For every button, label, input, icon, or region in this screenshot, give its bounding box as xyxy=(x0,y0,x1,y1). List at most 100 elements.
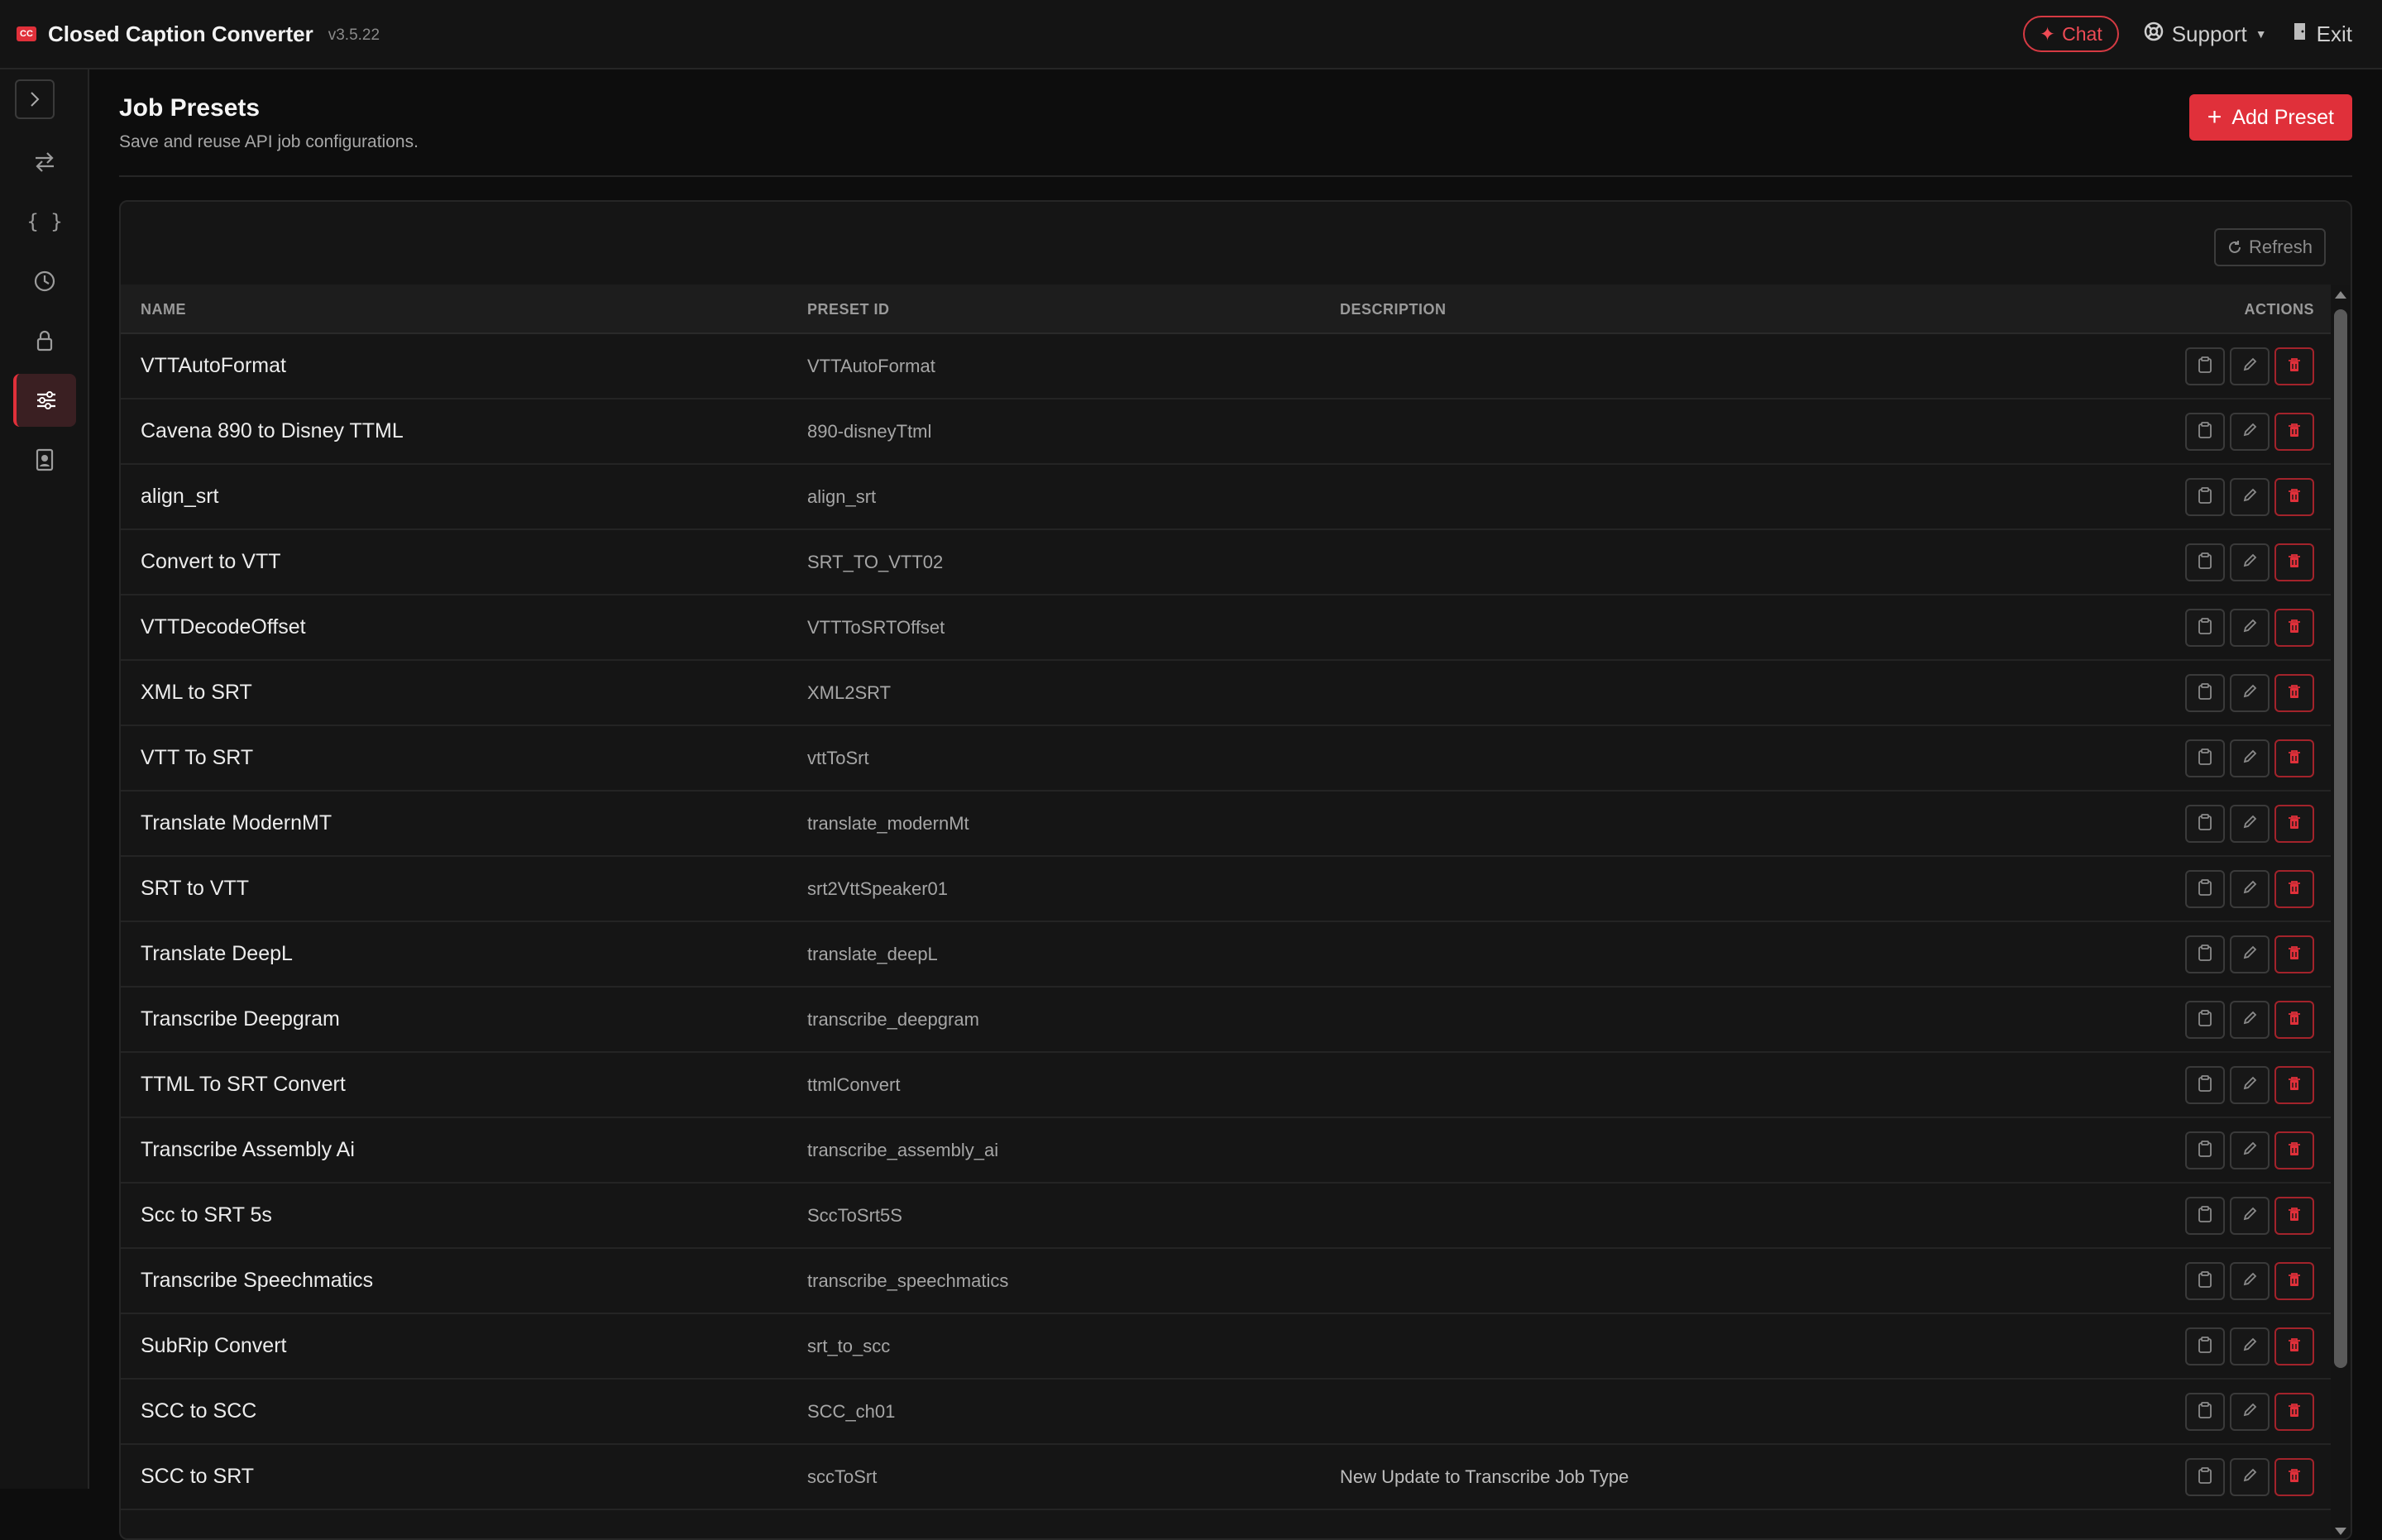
preset-id: VTTAutoFormat xyxy=(807,356,935,376)
edit-preset-button[interactable] xyxy=(2230,935,2270,973)
edit-preset-button[interactable] xyxy=(2230,609,2270,647)
copy-preset-button[interactable] xyxy=(2185,935,2225,973)
preset-id: translate_modernMt xyxy=(807,813,969,834)
row-actions xyxy=(2185,609,2314,647)
copy-preset-button[interactable] xyxy=(2185,1131,2225,1169)
delete-preset-button[interactable] xyxy=(2274,347,2314,385)
scroll-up-icon[interactable] xyxy=(2335,291,2346,299)
clipboard-icon xyxy=(2197,486,2213,509)
chevron-right-icon xyxy=(31,92,40,107)
copy-preset-button[interactable] xyxy=(2185,674,2225,712)
preset-name: TTML To SRT Convert xyxy=(141,1073,346,1096)
delete-preset-button[interactable] xyxy=(2274,609,2314,647)
edit-preset-button[interactable] xyxy=(2230,1458,2270,1496)
refresh-button[interactable]: Refresh xyxy=(2213,228,2326,266)
edit-preset-button[interactable] xyxy=(2230,1066,2270,1104)
edit-preset-button[interactable] xyxy=(2230,1393,2270,1431)
copy-preset-button[interactable] xyxy=(2185,870,2225,908)
delete-preset-button[interactable] xyxy=(2274,674,2314,712)
edit-preset-button[interactable] xyxy=(2230,1327,2270,1365)
table-scrollbar[interactable] xyxy=(2331,285,2351,1538)
preset-name: VTTDecodeOffset xyxy=(141,615,306,638)
scrollbar-thumb[interactable] xyxy=(2334,309,2347,1368)
sidebar-toggle-button[interactable] xyxy=(15,79,55,119)
delete-preset-button[interactable] xyxy=(2274,870,2314,908)
edit-preset-button[interactable] xyxy=(2230,1262,2270,1300)
delete-preset-button[interactable] xyxy=(2274,935,2314,973)
copy-preset-button[interactable] xyxy=(2185,1001,2225,1039)
sidebar-item-presets[interactable] xyxy=(13,374,76,427)
copy-preset-button[interactable] xyxy=(2185,1393,2225,1431)
add-preset-button[interactable]: + Add Preset xyxy=(2188,94,2352,141)
sidebar: { } xyxy=(0,69,89,1489)
trash-icon xyxy=(2287,683,2302,704)
sidebar-item-convert[interactable] xyxy=(13,136,76,189)
table-row: VTTDecodeOffset VTTToSRTOffset xyxy=(121,595,2332,661)
door-icon xyxy=(2292,22,2308,47)
edit-preset-button[interactable] xyxy=(2230,1131,2270,1169)
page-title: Job Presets xyxy=(119,94,261,122)
delete-preset-button[interactable] xyxy=(2274,805,2314,843)
exit-button[interactable]: Exit xyxy=(2292,22,2352,47)
scroll-down-icon[interactable] xyxy=(2335,1528,2346,1535)
edit-preset-button[interactable] xyxy=(2230,805,2270,843)
column-header-name: NAME xyxy=(141,301,186,318)
copy-preset-button[interactable] xyxy=(2185,609,2225,647)
edit-preset-button[interactable] xyxy=(2230,543,2270,581)
preset-name: Translate ModernMT xyxy=(141,811,332,835)
sidebar-item-api[interactable]: { } xyxy=(13,195,76,248)
delete-preset-button[interactable] xyxy=(2274,1066,2314,1104)
trash-icon xyxy=(2287,1402,2302,1423)
copy-preset-button[interactable] xyxy=(2185,805,2225,843)
row-actions xyxy=(2185,1262,2314,1300)
delete-preset-button[interactable] xyxy=(2274,739,2314,777)
clipboard-icon xyxy=(2197,552,2213,574)
trash-icon xyxy=(2287,814,2302,835)
copy-preset-button[interactable] xyxy=(2185,347,2225,385)
sidebar-item-security[interactable] xyxy=(13,314,76,367)
copy-preset-button[interactable] xyxy=(2185,478,2225,516)
copy-preset-button[interactable] xyxy=(2185,1066,2225,1104)
copy-preset-button[interactable] xyxy=(2185,1327,2225,1365)
copy-preset-button[interactable] xyxy=(2185,543,2225,581)
row-actions xyxy=(2185,739,2314,777)
convert-icon xyxy=(36,152,54,172)
sidebar-item-history[interactable] xyxy=(13,255,76,308)
copy-preset-button[interactable] xyxy=(2185,413,2225,451)
trash-icon xyxy=(2287,1467,2302,1488)
clipboard-icon xyxy=(2197,1270,2213,1293)
edit-preset-button[interactable] xyxy=(2230,1001,2270,1039)
clipboard-icon xyxy=(2197,1466,2213,1489)
delete-preset-button[interactable] xyxy=(2274,1327,2314,1365)
delete-preset-button[interactable] xyxy=(2274,1001,2314,1039)
delete-preset-button[interactable] xyxy=(2274,478,2314,516)
edit-preset-button[interactable] xyxy=(2230,413,2270,451)
edit-preset-button[interactable] xyxy=(2230,478,2270,516)
edit-preset-button[interactable] xyxy=(2230,347,2270,385)
delete-preset-button[interactable] xyxy=(2274,1393,2314,1431)
delete-preset-button[interactable] xyxy=(2274,413,2314,451)
row-actions xyxy=(2185,1458,2314,1496)
delete-preset-button[interactable] xyxy=(2274,1131,2314,1169)
copy-preset-button[interactable] xyxy=(2185,739,2225,777)
copy-preset-button[interactable] xyxy=(2185,1458,2225,1496)
copy-preset-button[interactable] xyxy=(2185,1262,2225,1300)
delete-preset-button[interactable] xyxy=(2274,1458,2314,1496)
lock-icon xyxy=(36,330,53,352)
row-actions xyxy=(2185,870,2314,908)
edit-preset-button[interactable] xyxy=(2230,870,2270,908)
sidebar-item-profile[interactable] xyxy=(13,433,76,486)
row-actions xyxy=(2185,1393,2314,1431)
edit-preset-button[interactable] xyxy=(2230,674,2270,712)
copy-preset-button[interactable] xyxy=(2185,1197,2225,1235)
edit-preset-button[interactable] xyxy=(2230,1197,2270,1235)
chat-button[interactable]: ✦ Chat xyxy=(2022,16,2119,52)
table-body: VTTAutoFormat VTTAutoFormat Cavena 890 to … xyxy=(121,334,2332,1510)
pencil-icon xyxy=(2241,879,2258,900)
delete-preset-button[interactable] xyxy=(2274,1262,2314,1300)
edit-preset-button[interactable] xyxy=(2230,739,2270,777)
support-dropdown[interactable]: Support ▼ xyxy=(2144,22,2267,47)
delete-preset-button[interactable] xyxy=(2274,543,2314,581)
delete-preset-button[interactable] xyxy=(2274,1197,2314,1235)
preset-id: 890-disneyTtml xyxy=(807,421,932,442)
